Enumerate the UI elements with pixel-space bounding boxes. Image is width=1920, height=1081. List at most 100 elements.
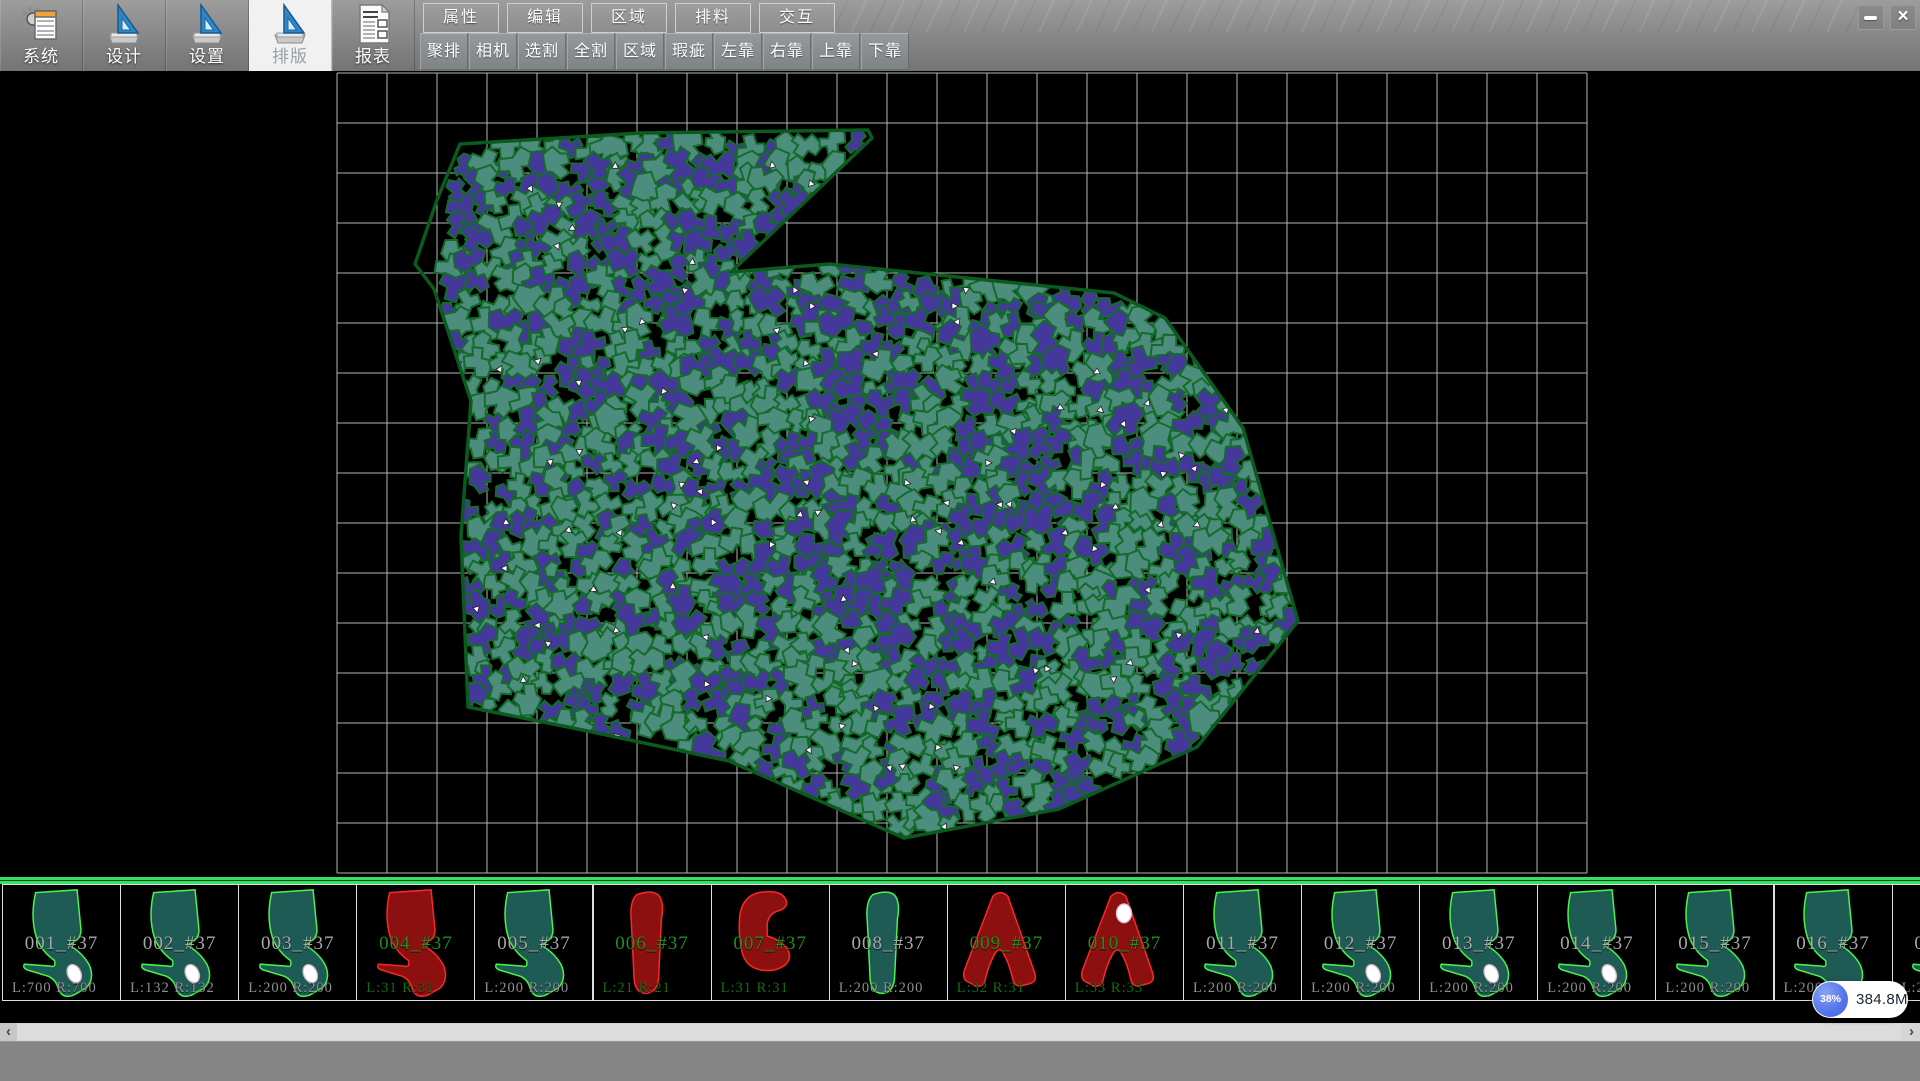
main-nav: 系统设计设置排版报表 [0, 0, 415, 71]
piece-lr-count: L:200 R:200 [248, 980, 333, 997]
thumbnail-cell[interactable]: 004_#37L:31 R:31 [356, 884, 475, 1001]
piece-lr-count: L:33 R:33 [1075, 980, 1143, 997]
piece-lr-count: L:200 R:200 [1665, 980, 1750, 997]
close-button[interactable]: × [1890, 5, 1916, 30]
tool-1[interactable]: 聚排 [420, 33, 468, 70]
nesting-drawing [0, 71, 1920, 877]
status-bar [0, 1041, 1920, 1081]
toolbar: 系统设计设置排版报表 属性编辑区域排料交互 聚排相机选割全割区域瑕疵左靠右靠上靠… [0, 0, 1920, 72]
menu-3[interactable]: 区域 [591, 3, 667, 33]
piece-name: 008_#37 [830, 933, 947, 955]
nav-label: 报表 [332, 42, 414, 67]
tool-10[interactable]: 下靠 [861, 33, 909, 70]
toolbar-texture [828, 0, 1858, 32]
set-square-icon [185, 2, 229, 46]
memory-value: 384.8M [1856, 981, 1908, 1018]
piece-name: 002_#37 [121, 933, 238, 955]
piece-name: 010_#37 [1066, 933, 1183, 955]
piece-name: 001_#37 [3, 933, 120, 955]
nav-button-2[interactable]: 设计 [83, 0, 166, 71]
tool-8[interactable]: 右靠 [763, 33, 811, 70]
piece-name: 017_#37 [1893, 933, 1920, 955]
piece-name: 005_#37 [475, 933, 592, 955]
piece-name: 013_#37 [1420, 933, 1537, 955]
piece-name: 006_#37 [594, 933, 711, 955]
thumbnail-cell[interactable]: 015_#37 L:200 R:200 [1655, 884, 1774, 1001]
thumbnail-cell[interactable]: 011_#37 L:200 R:200 [1183, 884, 1302, 1001]
tool-4[interactable]: 全割 [567, 33, 615, 70]
thumbnail-cell[interactable]: 009_#37 L:32 R:31 [947, 884, 1066, 1001]
piece-lr-count: L:200 R:200 [1311, 980, 1396, 997]
thumbnail-cell[interactable]: 001_#37 L:700 R:700 [2, 884, 121, 1001]
set-square-icon [102, 2, 146, 46]
piece-lr-count: L:132 R:132 [130, 980, 215, 997]
piece-lr-count: L:31 R:31 [366, 980, 434, 997]
nav-button-5[interactable]: 报表 [332, 0, 415, 71]
strip-separator [0, 877, 1920, 884]
app-window: { "window": {"minimize_glyph": "", "clos… [0, 0, 1920, 1080]
scrollbar-thumb[interactable] [17, 1024, 1901, 1040]
piece-name: 011_#37 [1184, 933, 1301, 955]
piece-name: 003_#37 [239, 933, 356, 955]
piece-lr-count: L:32 R:31 [957, 980, 1025, 997]
minimize-button[interactable] [1858, 5, 1884, 30]
piece-lr-count: L:200 R:200 [484, 980, 569, 997]
piece[interactable] [816, 146, 854, 188]
close-icon: × [1891, 6, 1915, 29]
thumbnail-cell[interactable]: 006_#37 L:21 R:21 [593, 884, 712, 1001]
tool-7[interactable]: 左靠 [714, 33, 762, 70]
tool-6[interactable]: 瑕疵 [665, 33, 713, 70]
piece-thumbnail-strip: 001_#37 L:700 R:700 002_#37 L:132 R:132 003_… [0, 884, 1920, 1003]
piece-name: 012_#37 [1302, 933, 1419, 955]
set-square-icon [268, 2, 312, 46]
tool-9[interactable]: 上靠 [812, 33, 860, 70]
piece-lr-count: L:31 R:31 [721, 980, 789, 997]
thumbnail-cell[interactable]: 012_#37 L:200 R:200 [1301, 884, 1420, 1001]
piece-name: 016_#37 [1775, 933, 1892, 955]
scroll-right-button[interactable]: › [1903, 1023, 1920, 1041]
piece-lr-count: L:21 R:21 [603, 980, 671, 997]
menu-1[interactable]: 属性 [423, 3, 499, 33]
thumbnail-cell[interactable]: 003_#37 L:200 R:200 [238, 884, 357, 1001]
progress-circle: 38% [1813, 982, 1848, 1017]
tool-3[interactable]: 选割 [518, 33, 566, 70]
menu-5[interactable]: 交互 [759, 3, 835, 33]
thumbnail-cell[interactable]: 002_#37 L:132 R:132 [120, 884, 239, 1001]
memory-badge: 38% 384.8M [1812, 981, 1908, 1018]
piece-lr-count: L:700 R:700 [12, 980, 97, 997]
thumbnail-cell[interactable]: 005_#37 L:200 R:200 [474, 884, 593, 1001]
report-icon [351, 2, 395, 46]
nesting-canvas[interactable] [0, 71, 1920, 877]
gear-document-icon [19, 2, 63, 46]
minimize-icon [1864, 16, 1877, 20]
nav-label: 排版 [249, 42, 331, 67]
nav-button-4[interactable]: 排版 [249, 0, 332, 71]
scroll-left-button[interactable]: ‹ [0, 1023, 17, 1041]
nav-label: 设计 [83, 42, 165, 67]
piece-lr-count: L:200 R:200 [1547, 980, 1632, 997]
thumbnail-cell[interactable]: 007_#37 L:31 R:31 [711, 884, 830, 1001]
thumbnail-cell[interactable]: 013_#37 L:200 R:200 [1419, 884, 1538, 1001]
tool-5[interactable]: 区域 [616, 33, 664, 70]
piece-lr-count: L:200 R:200 [1193, 980, 1278, 997]
piece-name: 007_#37 [712, 933, 829, 955]
menu-4[interactable]: 排料 [675, 3, 751, 33]
tool-2[interactable]: 相机 [469, 33, 517, 70]
horizontal-scrollbar[interactable]: ‹ › [0, 1023, 1920, 1041]
nav-button-1[interactable]: 系统 [0, 0, 83, 71]
thumbnail-cell[interactable]: 010_#37 L:33 R:33 [1065, 884, 1184, 1001]
thumbnail-cell[interactable]: 008_#37 L:200 R:200 [829, 884, 948, 1001]
nav-label: 设置 [166, 42, 248, 67]
menu-2[interactable]: 编辑 [507, 3, 583, 33]
piece-name: 009_#37 [948, 933, 1065, 955]
tool-bar: 聚排相机选割全割区域瑕疵左靠右靠上靠下靠 [420, 33, 910, 70]
piece-name: 014_#37 [1538, 933, 1655, 955]
nested-pieces [431, 117, 1310, 844]
nav-label: 系统 [0, 42, 82, 67]
piece-name: 015_#37 [1656, 933, 1773, 955]
nav-button-3[interactable]: 设置 [166, 0, 249, 71]
piece-lr-count: L:200 R:200 [1429, 980, 1514, 997]
menu-bar: 属性编辑区域排料交互 [423, 3, 843, 31]
thumbnail-cell[interactable]: 014_#37 L:200 R:200 [1537, 884, 1656, 1001]
piece-lr-count: L:200 R:200 [839, 980, 924, 997]
